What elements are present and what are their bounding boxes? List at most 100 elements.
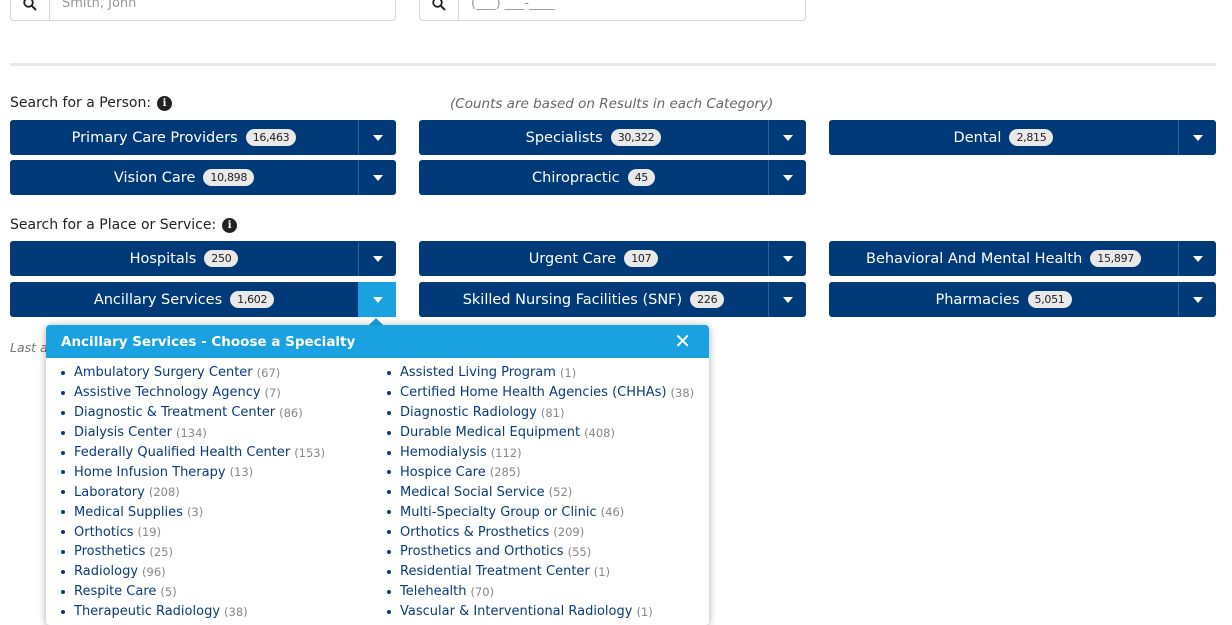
- specialty-count: (112): [490, 445, 522, 460]
- specialty-item[interactable]: Radiology (96): [61, 562, 325, 582]
- caret-down-icon: [782, 296, 793, 303]
- dropdown-toggle[interactable]: [358, 160, 396, 195]
- phone-search-input[interactable]: [459, 0, 805, 20]
- specialty-item[interactable]: Ambulatory Surgery Center (67): [61, 363, 325, 383]
- category-main[interactable]: Specialists 30,322: [419, 120, 768, 155]
- category-main[interactable]: Skilled Nursing Facilities (SNF) 226: [419, 282, 768, 317]
- specialty-name-link[interactable]: Orthotics & Prosthetics: [400, 525, 549, 540]
- category-specialists[interactable]: Specialists 30,322: [419, 120, 806, 155]
- category-chiropractic[interactable]: Chiropractic 45: [419, 160, 806, 195]
- specialty-name-link[interactable]: Certified Home Health Agencies (CHHAs): [400, 385, 667, 400]
- specialty-item[interactable]: Medical Social Service (52): [387, 482, 694, 502]
- dropdown-toggle[interactable]: [1178, 282, 1216, 317]
- category-pharmacies[interactable]: Pharmacies 5,051: [829, 282, 1216, 317]
- category-main[interactable]: Pharmacies 5,051: [829, 282, 1178, 317]
- category-label: Ancillary Services: [93, 291, 223, 308]
- dropdown-toggle[interactable]: [358, 241, 396, 276]
- dropdown-toggle[interactable]: [1178, 120, 1216, 155]
- dropdown-toggle[interactable]: [768, 282, 806, 317]
- specialty-name-link[interactable]: Dialysis Center: [74, 425, 172, 440]
- specialty-item[interactable]: Medical Supplies (3): [61, 502, 325, 522]
- specialty-item[interactable]: Hemodialysis (112): [387, 443, 694, 463]
- specialty-name-link[interactable]: Assisted Living Program: [400, 365, 556, 380]
- specialty-name-link[interactable]: Respite Care: [74, 584, 156, 599]
- specialty-item[interactable]: Respite Care (5): [61, 582, 325, 602]
- specialty-name-link[interactable]: Diagnostic & Treatment Center: [74, 405, 275, 420]
- specialty-item[interactable]: Orthotics (19): [61, 522, 325, 542]
- dropdown-toggle-active[interactable]: [358, 282, 396, 317]
- info-icon[interactable]: i: [222, 217, 238, 233]
- specialty-item[interactable]: Certified Home Health Agencies (CHHAs) (3…: [387, 383, 694, 403]
- category-main[interactable]: Dental 2,815: [829, 120, 1178, 155]
- specialty-name-link[interactable]: Telehealth: [400, 584, 467, 599]
- specialty-name-link[interactable]: Multi-Specialty Group or Clinic: [400, 505, 597, 520]
- specialty-name-link[interactable]: Laboratory: [74, 485, 145, 500]
- specialty-name-link[interactable]: Medical Supplies: [74, 505, 183, 520]
- specialty-item[interactable]: Multi-Specialty Group or Clinic (46): [387, 502, 694, 522]
- specialty-name-link[interactable]: Federally Qualified Health Center: [74, 445, 290, 460]
- specialty-item[interactable]: Orthotics & Prosthetics (209): [387, 522, 694, 542]
- category-skilled-nursing-facilities[interactable]: Skilled Nursing Facilities (SNF) 226: [419, 282, 806, 317]
- specialty-item[interactable]: Vascular & Interventional Radiology (1): [387, 602, 694, 622]
- specialty-name-link[interactable]: Medical Social Service: [400, 485, 545, 500]
- name-search-input[interactable]: [50, 0, 395, 20]
- specialty-count: (285): [489, 465, 521, 480]
- category-main[interactable]: Vision Care 10,898: [10, 160, 358, 195]
- dropdown-toggle[interactable]: [358, 120, 396, 155]
- specialty-name-link[interactable]: Therapeutic Radiology: [74, 604, 220, 619]
- specialty-name-link[interactable]: Prosthetics and Orthotics: [400, 544, 564, 559]
- category-urgent-care[interactable]: Urgent Care 107: [419, 241, 806, 276]
- category-main[interactable]: Urgent Care 107: [419, 241, 768, 276]
- specialty-name-link[interactable]: Durable Medical Equipment: [400, 425, 580, 440]
- specialty-name-link[interactable]: Assistive Technology Agency: [74, 385, 261, 400]
- search-icon[interactable]: [11, 0, 50, 20]
- specialty-item[interactable]: Assisted Living Program (1): [387, 363, 694, 383]
- category-vision-care[interactable]: Vision Care 10,898: [10, 160, 396, 195]
- category-main[interactable]: Ancillary Services 1,602: [10, 282, 358, 317]
- info-icon[interactable]: i: [157, 95, 173, 111]
- specialty-item[interactable]: Federally Qualified Health Center (153): [61, 443, 325, 463]
- specialty-name-link[interactable]: Home Infusion Therapy: [74, 465, 226, 480]
- dropdown-toggle[interactable]: [1178, 241, 1216, 276]
- caret-down-icon: [372, 296, 383, 303]
- specialty-name-link[interactable]: Hemodialysis: [400, 445, 487, 460]
- specialty-item[interactable]: Durable Medical Equipment (408): [387, 423, 694, 443]
- specialty-name-link[interactable]: Hospice Care: [400, 465, 486, 480]
- specialty-item[interactable]: Diagnostic Radiology (81): [387, 403, 694, 423]
- dropdown-toggle[interactable]: [768, 241, 806, 276]
- specialty-item[interactable]: Prosthetics and Orthotics (55): [387, 542, 694, 562]
- specialty-item[interactable]: Dialysis Center (134): [61, 423, 325, 443]
- specialty-item[interactable]: Telehealth (70): [387, 582, 694, 602]
- category-main[interactable]: Chiropractic 45: [419, 160, 768, 195]
- specialty-name-link[interactable]: Prosthetics: [74, 544, 145, 559]
- category-dental[interactable]: Dental 2,815: [829, 120, 1216, 155]
- specialty-item[interactable]: Hospice Care (285): [387, 462, 694, 482]
- specialty-list-left: Ambulatory Surgery Center (67) Assistive T…: [61, 363, 325, 622]
- specialty-name-link[interactable]: Diagnostic Radiology: [400, 405, 537, 420]
- dropdown-toggle[interactable]: [768, 120, 806, 155]
- specialty-item[interactable]: Residential Treatment Center (1): [387, 562, 694, 582]
- specialty-item[interactable]: Assistive Technology Agency (7): [61, 383, 325, 403]
- dropdown-toggle[interactable]: [768, 160, 806, 195]
- specialty-name-link[interactable]: Orthotics: [74, 525, 134, 540]
- specialty-name-link[interactable]: Vascular & Interventional Radiology: [400, 604, 632, 619]
- specialty-item[interactable]: Laboratory (208): [61, 482, 325, 502]
- specialty-name-link[interactable]: Radiology: [74, 564, 138, 579]
- category-main[interactable]: Behavioral And Mental Health 15,897: [829, 241, 1178, 276]
- category-behavioral-mental-health[interactable]: Behavioral And Mental Health 15,897: [829, 241, 1216, 276]
- specialty-item[interactable]: Diagnostic & Treatment Center (86): [61, 403, 325, 423]
- caret-down-icon: [1192, 134, 1203, 141]
- close-icon[interactable]: ✕: [674, 329, 691, 353]
- category-hospitals[interactable]: Hospitals 250: [10, 241, 396, 276]
- search-icon[interactable]: [420, 0, 459, 20]
- category-primary-care-providers[interactable]: Primary Care Providers 16,463: [10, 120, 396, 155]
- specialty-item[interactable]: Prosthetics (25): [61, 542, 325, 562]
- category-ancillary-services[interactable]: Ancillary Services 1,602: [10, 282, 396, 317]
- specialty-item[interactable]: Home Infusion Therapy (13): [61, 462, 325, 482]
- count-badge: 45: [627, 169, 655, 186]
- category-main[interactable]: Primary Care Providers 16,463: [10, 120, 358, 155]
- specialty-name-link[interactable]: Residential Treatment Center: [400, 564, 590, 579]
- specialty-name-link[interactable]: Ambulatory Surgery Center: [74, 365, 253, 380]
- category-main[interactable]: Hospitals 250: [10, 241, 358, 276]
- specialty-item[interactable]: Therapeutic Radiology (38): [61, 602, 325, 622]
